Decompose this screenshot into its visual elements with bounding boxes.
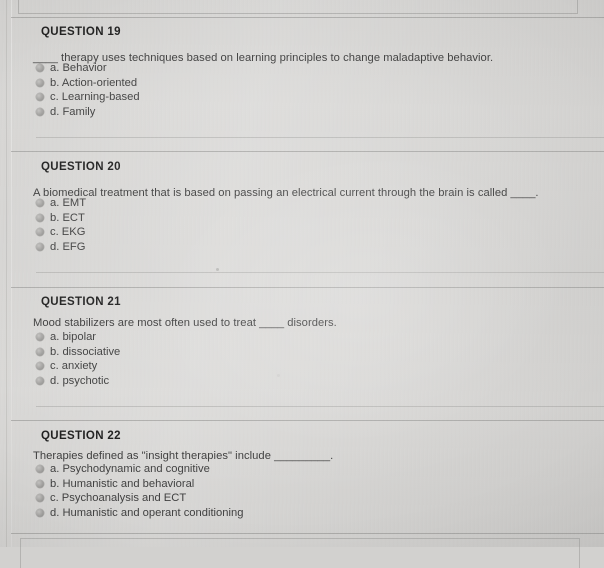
- photo-speck: [216, 268, 219, 271]
- radio-button-icon[interactable]: [36, 108, 44, 117]
- answer-option-label: c. Learning-based: [50, 91, 140, 104]
- separator-above-question-20: [11, 151, 604, 152]
- block-bottom-rule-question-20: [36, 272, 604, 273]
- question-heading: QUESTION 21: [41, 296, 121, 308]
- answer-option-label: d. EFG: [50, 241, 86, 254]
- panel-below-question-22: [20, 538, 580, 568]
- answer-option[interactable]: c. EKG: [36, 225, 86, 240]
- answer-option[interactable]: d. Family: [36, 105, 140, 120]
- answer-option-label: c. Psychoanalysis and ECT: [50, 492, 187, 505]
- separator-above-question-19: [11, 17, 604, 18]
- answer-options-list: a. Behavior b. Action-oriented c. Learni…: [36, 61, 140, 119]
- question-text-before: Mood stabilizers are most often used to …: [33, 317, 260, 329]
- answer-option[interactable]: c. anxiety: [36, 359, 120, 374]
- radio-button-icon[interactable]: [36, 93, 44, 102]
- radio-button-icon[interactable]: [36, 362, 44, 371]
- window-frame-edge-outer: [6, 0, 7, 547]
- window-frame-edge-inner: [11, 0, 12, 547]
- radio-button-icon[interactable]: [36, 465, 44, 474]
- answer-option[interactable]: a. Behavior: [36, 61, 140, 76]
- answer-option[interactable]: c. Learning-based: [36, 90, 140, 105]
- answer-option-label: a. Behavior: [50, 62, 107, 75]
- answer-option-label: d. Family: [50, 106, 96, 119]
- radio-button-icon[interactable]: [36, 333, 44, 342]
- question-text: A biomedical treatment that is based on …: [33, 187, 539, 199]
- radio-button-icon[interactable]: [36, 479, 44, 488]
- answer-option-label: c. anxiety: [50, 360, 98, 373]
- answer-option-label: d. Humanistic and operant conditioning: [50, 507, 244, 520]
- answer-option[interactable]: d. Humanistic and operant conditioning: [36, 506, 243, 521]
- question-heading: QUESTION 20: [41, 161, 121, 173]
- radio-button-icon[interactable]: [36, 78, 44, 87]
- question-text: Mood stabilizers are most often used to …: [33, 317, 337, 329]
- answer-options-list: a. Psychodynamic and cognitive b. Humani…: [36, 462, 243, 520]
- radio-button-icon[interactable]: [36, 228, 44, 237]
- answer-option[interactable]: a. bipolar: [36, 330, 120, 345]
- answer-option[interactable]: c. Psychoanalysis and ECT: [36, 491, 243, 506]
- answer-option-label: c. EKG: [50, 226, 86, 239]
- radio-button-icon[interactable]: [36, 64, 44, 73]
- radio-button-icon[interactable]: [36, 347, 44, 356]
- block-bottom-rule-question-21: [36, 406, 604, 407]
- radio-button-icon[interactable]: [36, 243, 44, 252]
- panel-above-question-19: [18, 0, 578, 14]
- answer-option[interactable]: d. EFG: [36, 240, 86, 255]
- answer-option[interactable]: b. Action-oriented: [36, 76, 140, 91]
- separator-below-question-22: [11, 533, 604, 534]
- answer-option-label: b. dissociative: [50, 345, 121, 358]
- question-text-after: .: [535, 187, 539, 199]
- radio-button-icon[interactable]: [36, 494, 44, 503]
- radio-button-icon[interactable]: [36, 509, 44, 518]
- question-heading: QUESTION 19: [41, 26, 121, 38]
- question-text-before: A biomedical treatment that is based on …: [33, 187, 511, 199]
- question-text-before: Therapies defined as "insight therapies"…: [33, 450, 275, 462]
- question-blank: ____: [259, 317, 285, 329]
- answer-option-label: a. bipolar: [50, 331, 97, 344]
- question-blank: ____: [510, 187, 536, 199]
- separator-above-question-21: [11, 287, 604, 288]
- answer-option[interactable]: b. ECT: [36, 211, 86, 226]
- answer-options-list: a. bipolar b. dissociative c. anxiety d.…: [36, 330, 120, 388]
- answer-option[interactable]: d. psychotic: [36, 374, 120, 389]
- answer-options-list: a. EMT b. ECT c. EKG d. EFG: [36, 196, 86, 254]
- answer-option-label: b. Humanistic and behavioral: [50, 477, 195, 490]
- answer-option[interactable]: b. dissociative: [36, 345, 120, 360]
- question-text: Therapies defined as "insight therapies"…: [33, 450, 333, 462]
- answer-option-label: b. ECT: [50, 211, 85, 224]
- block-bottom-rule-question-19: [36, 137, 604, 138]
- answer-option-label: b. Action-oriented: [50, 76, 138, 89]
- question-text-after: disorders.: [284, 317, 337, 329]
- answer-option-label: d. psychotic: [50, 375, 110, 388]
- radio-button-icon[interactable]: [36, 377, 44, 386]
- answer-option-label: a. EMT: [50, 197, 87, 210]
- separator-above-question-22: [11, 420, 604, 421]
- radio-button-icon[interactable]: [36, 199, 44, 208]
- answer-option-label: a. Psychodynamic and cognitive: [50, 463, 210, 476]
- question-blank: _________: [274, 450, 331, 462]
- radio-button-icon[interactable]: [36, 213, 44, 222]
- answer-option[interactable]: a. Psychodynamic and cognitive: [36, 462, 243, 477]
- photo-speck: [277, 374, 280, 377]
- answer-option[interactable]: a. EMT: [36, 196, 86, 211]
- answer-option[interactable]: b. Humanistic and behavioral: [36, 477, 243, 492]
- question-heading: QUESTION 22: [41, 430, 121, 442]
- question-text-after: .: [330, 450, 334, 462]
